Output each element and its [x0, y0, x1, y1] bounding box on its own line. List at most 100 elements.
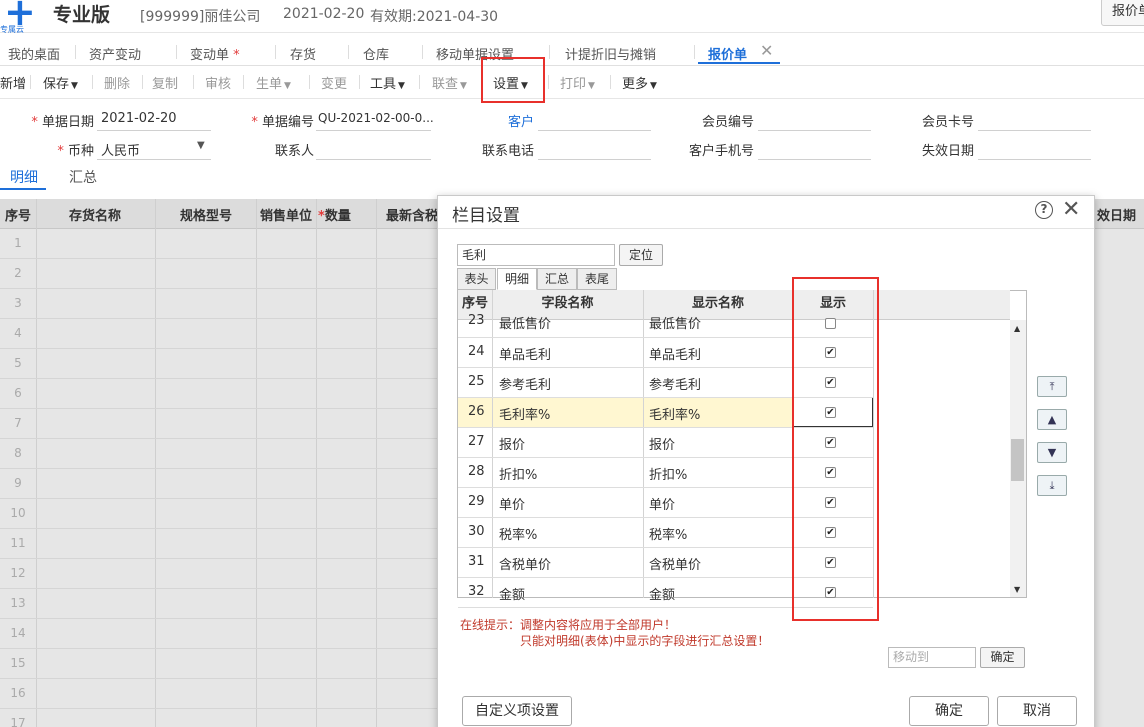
quote-header-button[interactable]: 报价单 [1101, 0, 1144, 26]
confirm-button[interactable]: 确定 [909, 696, 989, 726]
doc-date-field[interactable]: 2021-02-20 [101, 111, 177, 126]
toolbar-divider [419, 75, 420, 89]
table-row-seq: 30 [468, 524, 485, 539]
required-marker: * [57, 144, 64, 159]
expire-date-field[interactable] [978, 159, 1091, 160]
table-row-display-name[interactable]: 报价 [649, 434, 675, 453]
move-top-button[interactable]: ⤒ [1037, 376, 1067, 397]
tab-depreciation[interactable]: 计提折旧与摊销 [565, 44, 656, 63]
mobile-field[interactable] [758, 159, 871, 160]
tab-inventory[interactable]: 存货 [290, 44, 316, 63]
doc-no-label-text: 单据编号 [261, 115, 314, 130]
grid-header-spec: 规格型号 [180, 209, 233, 224]
table-row-display-name[interactable]: 毛利率% [649, 404, 700, 423]
chevron-down-icon[interactable]: ▼ [197, 140, 205, 151]
copy-button[interactable]: 复制 [152, 73, 178, 92]
table-row-field-name[interactable]: 参考毛利 [499, 374, 551, 393]
cancel-button[interactable]: 取消 [997, 696, 1077, 726]
print-button[interactable]: 打印 ▼ [560, 73, 595, 92]
scrollbar-thumb[interactable] [1011, 439, 1024, 481]
table-row-field-name[interactable]: 折扣% [499, 464, 537, 483]
currency-select[interactable]: 人民币 [101, 140, 140, 159]
move-top-icon: ⤒ [1049, 380, 1055, 393]
grid-row-line [0, 648, 440, 649]
grid-row-line [0, 588, 440, 589]
table-row-seq: 31 [468, 554, 485, 569]
table-row-field-name[interactable]: 金额 [499, 584, 525, 603]
table-row-seq: 24 [468, 344, 485, 359]
dialog-tab-detail[interactable]: 明细 [497, 268, 537, 290]
save-button[interactable]: 保存 ▼ [43, 73, 78, 92]
move-to-confirm-button[interactable]: 确定 [980, 647, 1025, 668]
tab-detail[interactable]: 明细 [10, 167, 38, 187]
table-row-field-name[interactable]: 税率% [499, 524, 537, 543]
locate-button[interactable]: 定位 [619, 244, 663, 266]
custom-items-button[interactable]: 自定义项设置 [462, 696, 572, 726]
audit-button[interactable]: 审核 [205, 73, 231, 92]
generate-button[interactable]: 生单 ▼ [256, 73, 291, 92]
move-down-button[interactable]: ▼ [1037, 442, 1067, 463]
tab-my-desktop[interactable]: 我的桌面 [8, 44, 60, 63]
save-label: 保存 [43, 77, 70, 92]
tab-asset-change[interactable]: 资产变动 [89, 44, 141, 63]
table-row-display-name[interactable]: 参考毛利 [649, 374, 701, 393]
required-marker: * [31, 115, 38, 130]
company-name[interactable]: [999999]丽佳公司 [140, 6, 260, 26]
move-up-button[interactable]: ▲ [1037, 409, 1067, 430]
table-row-display-name[interactable]: 税率% [649, 524, 687, 543]
nav-divider [694, 45, 695, 59]
new-button[interactable]: 新增 [0, 73, 26, 92]
more-button[interactable]: 更多 ▼ [622, 73, 657, 92]
contact-field[interactable] [316, 159, 431, 160]
tab-quotation[interactable]: 报价单 [708, 44, 747, 63]
scroll-down-icon[interactable]: ▼ [1014, 585, 1020, 594]
tab-summary[interactable]: 汇总 [69, 167, 97, 187]
member-card-field[interactable] [978, 130, 1091, 131]
tools-button[interactable]: 工具 ▼ [370, 73, 405, 92]
query-button[interactable]: 联查 ▼ [432, 73, 467, 92]
table-row-display-name[interactable]: 单品毛利 [649, 344, 701, 363]
phone-label: 联系电话 [481, 144, 534, 159]
table-row-seq: 29 [468, 494, 485, 509]
grid-right-column [1094, 229, 1144, 727]
toolbar-divider [193, 75, 194, 89]
delete-button[interactable]: 删除 [104, 73, 130, 92]
member-no-field[interactable] [758, 130, 871, 131]
field-search-input[interactable]: 毛利 [457, 244, 615, 266]
phone-field[interactable] [538, 159, 651, 160]
table-row-field-name[interactable]: 报价 [499, 434, 525, 453]
grid-row-number: 14 [10, 626, 26, 640]
table-row-display-name[interactable]: 最低售价 [649, 313, 701, 332]
dialog-tab-summary[interactable]: 汇总 [537, 268, 577, 290]
tab-change-order[interactable]: 变动单 * [190, 44, 240, 63]
close-tab-icon[interactable]: ✕ [760, 41, 773, 60]
help-icon[interactable]: ? [1035, 201, 1053, 219]
dialog-tab-header[interactable]: 表头 [457, 268, 496, 290]
change-button[interactable]: 变更 [321, 73, 347, 92]
doc-date-label: * 单据日期 [30, 111, 94, 130]
move-bottom-button[interactable]: ⤓ [1037, 475, 1067, 496]
move-to-input[interactable]: 移动到 [888, 647, 976, 668]
scroll-up-icon[interactable]: ▲ [1014, 324, 1020, 333]
table-row-display-name[interactable]: 含税单价 [649, 554, 701, 573]
tab-warehouse[interactable]: 仓库 [363, 44, 389, 63]
close-icon[interactable]: ✕ [1062, 197, 1080, 222]
table-row-field-name[interactable]: 含税单价 [499, 554, 551, 573]
grid-row-number: 12 [10, 566, 26, 580]
doc-no-field[interactable]: QU-2021-02-00-0... [318, 111, 434, 125]
settings-button[interactable]: 设置 ▼ [493, 73, 528, 92]
customer-field[interactable] [538, 130, 651, 131]
customer-label[interactable]: 客户 [494, 111, 534, 130]
table-row-display-name[interactable]: 单价 [649, 494, 675, 513]
table-row-field-name[interactable]: 毛利率% [499, 404, 550, 423]
table-row-field-name[interactable]: 单品毛利 [499, 344, 551, 363]
modified-marker: * [233, 48, 240, 63]
table-row-display-name[interactable]: 金额 [649, 584, 675, 603]
dialog-title-divider [438, 228, 1094, 229]
table-row-field-name[interactable]: 单价 [499, 494, 525, 513]
more-label: 更多 [622, 77, 649, 92]
grid-row-number: 9 [14, 476, 22, 490]
table-row-field-name[interactable]: 最低售价 [499, 313, 551, 332]
dialog-tab-footer[interactable]: 表尾 [577, 268, 617, 290]
table-row-display-name[interactable]: 折扣% [649, 464, 687, 483]
